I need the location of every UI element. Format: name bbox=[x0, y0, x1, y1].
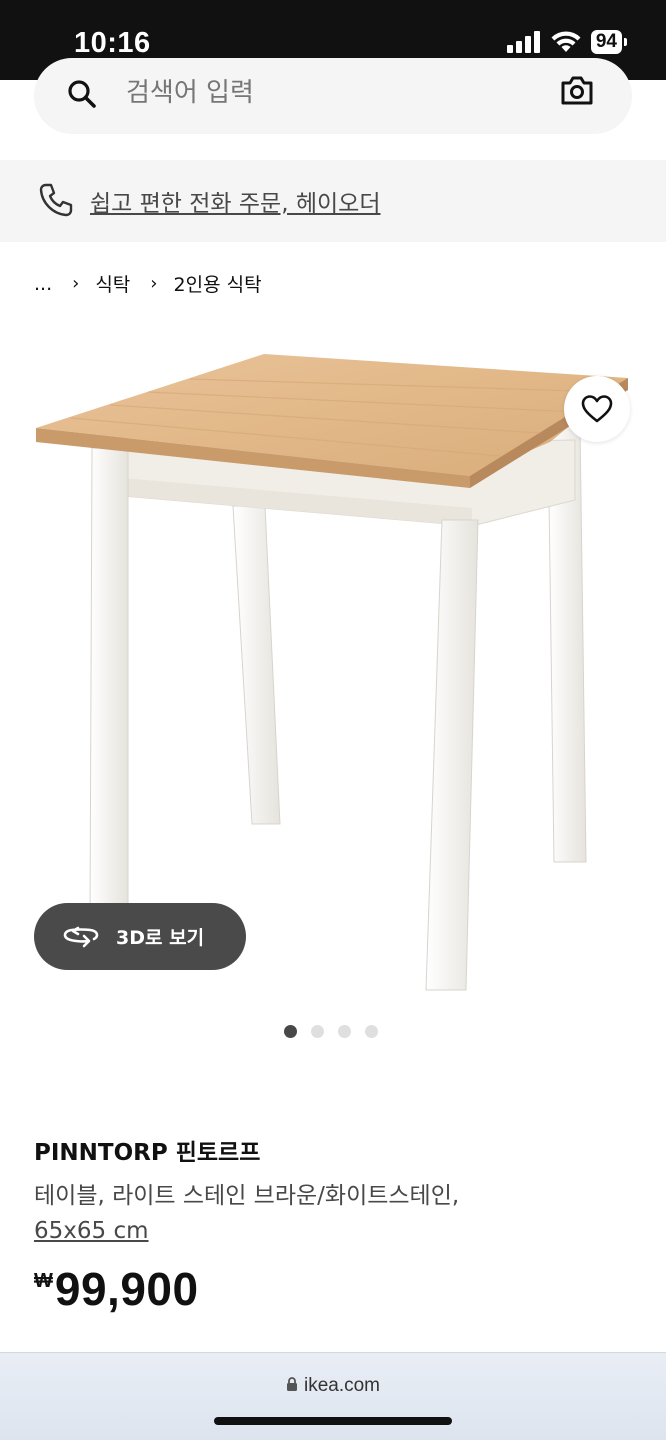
price-value: 99,900 bbox=[54, 1263, 199, 1315]
carousel-dot[interactable] bbox=[338, 1025, 351, 1038]
view-3d-button[interactable]: 3D로 보기 bbox=[34, 903, 246, 970]
search-icon[interactable] bbox=[66, 78, 98, 110]
carousel-dot[interactable] bbox=[365, 1025, 378, 1038]
chevron-right-icon: › bbox=[150, 273, 158, 294]
browser-url-bar[interactable]: ikea.com bbox=[0, 1352, 666, 1440]
product-size-link[interactable]: 65x65 cm bbox=[34, 1218, 149, 1244]
home-indicator[interactable] bbox=[214, 1417, 452, 1425]
lock-icon bbox=[286, 1377, 297, 1391]
breadcrumb: ... › 식탁 › 2인용 식탁 bbox=[34, 270, 262, 297]
favorite-button[interactable] bbox=[564, 376, 630, 442]
chevron-right-icon: › bbox=[72, 273, 80, 294]
wifi-icon bbox=[551, 31, 581, 52]
search-bar[interactable] bbox=[34, 58, 632, 134]
phone-order-banner[interactable]: 쉽고 편한 전화 주문, 헤이오더 bbox=[0, 160, 666, 242]
carousel-dots bbox=[284, 1025, 378, 1038]
carousel-dot[interactable] bbox=[311, 1025, 324, 1038]
heart-icon bbox=[581, 395, 613, 423]
signal-icon bbox=[506, 31, 540, 53]
price-currency: ₩ bbox=[34, 1270, 53, 1292]
url-display[interactable]: ikea.com bbox=[0, 1375, 666, 1397]
product-description: 테이블, 라이트 스테인 브라운/화이트스테인, bbox=[34, 1183, 460, 1209]
status-time: 10:16 bbox=[74, 27, 151, 59]
breadcrumb-item-2person-table[interactable]: 2인용 식탁 bbox=[174, 270, 262, 297]
view-3d-label: 3D로 보기 bbox=[116, 927, 205, 949]
breadcrumb-item-ellipsis[interactable]: ... bbox=[34, 273, 52, 295]
product-price: ₩ 99,900 bbox=[34, 1262, 199, 1316]
rotate-icon bbox=[63, 926, 99, 947]
search-input[interactable] bbox=[126, 76, 536, 110]
carousel-dot[interactable] bbox=[284, 1025, 297, 1038]
product-name: PINNTORP 핀토르프 bbox=[34, 1140, 261, 1166]
camera-icon[interactable] bbox=[560, 76, 594, 106]
status-icons: 94 bbox=[506, 30, 628, 54]
battery-icon: 94 bbox=[590, 30, 628, 54]
phone-order-link[interactable]: 쉽고 편한 전화 주문, 헤이오더 bbox=[90, 184, 380, 218]
phone-icon bbox=[39, 183, 73, 217]
breadcrumb-item-dining-table[interactable]: 식탁 bbox=[95, 270, 130, 297]
url-text: ikea.com bbox=[303, 1375, 381, 1396]
